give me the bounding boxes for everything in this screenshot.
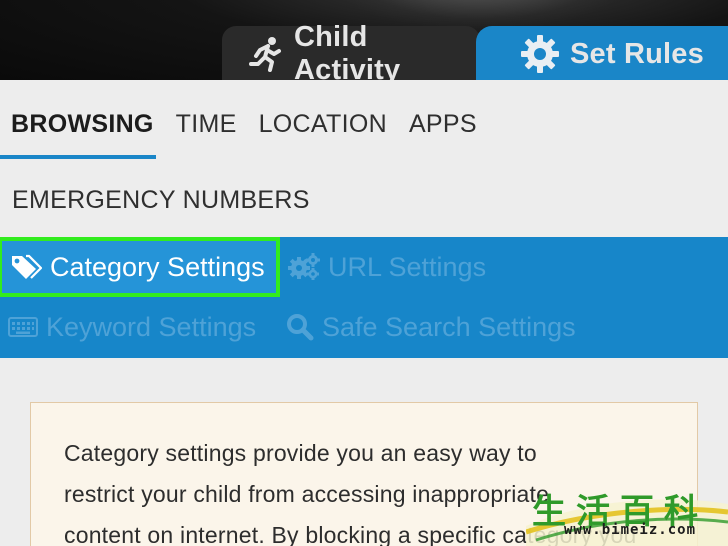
- section-nav: BROWSING TIME LOCATION APPS: [0, 96, 728, 152]
- keyboard-icon: [8, 316, 38, 338]
- keyword-settings-button[interactable]: Keyword Settings: [8, 305, 256, 349]
- cogs-icon: [288, 253, 320, 281]
- nav-item-apps[interactable]: APPS: [409, 110, 477, 139]
- tab-set-rules-label: Set Rules: [570, 37, 704, 70]
- tab-set-rules[interactable]: Set Rules: [476, 26, 728, 80]
- tag-icon: [10, 254, 42, 280]
- url-settings-button[interactable]: URL Settings: [288, 245, 486, 289]
- category-settings-label: Category Settings: [50, 251, 265, 282]
- nav-item-location[interactable]: LOCATION: [259, 110, 387, 139]
- nav-item-time[interactable]: TIME: [176, 110, 237, 139]
- section-nav-row-2: EMERGENCY NUMBERS: [12, 182, 332, 218]
- safe-search-settings-label: Safe Search Settings: [322, 311, 576, 342]
- active-tab-underline: [0, 155, 156, 159]
- nav-item-browsing[interactable]: BROWSING: [11, 110, 154, 139]
- safe-search-settings-button[interactable]: Safe Search Settings: [286, 305, 576, 349]
- watermark-url: www.bimeiz.com: [564, 522, 697, 538]
- keyword-settings-label: Keyword Settings: [46, 311, 257, 342]
- gear-icon: [520, 34, 560, 74]
- watermark: 生活百科 www.bimeiz.com: [526, 482, 728, 546]
- settings-panel: Category Settings URL Settings Keyword S…: [0, 237, 728, 358]
- search-icon: [286, 313, 314, 341]
- tab-child-activity-label: Child Activity: [294, 21, 401, 80]
- url-settings-label: URL Settings: [328, 251, 487, 282]
- category-settings-button[interactable]: Category Settings: [0, 237, 280, 297]
- info-line: Category settings provide you an easy wa…: [64, 440, 537, 466]
- running-person-icon: [248, 36, 284, 72]
- tab-child-activity[interactable]: Child Activity: [222, 21, 480, 80]
- top-header: Child Activity Set Rules: [0, 0, 728, 80]
- nav-item-emergency-numbers[interactable]: EMERGENCY NUMBERS: [12, 186, 310, 215]
